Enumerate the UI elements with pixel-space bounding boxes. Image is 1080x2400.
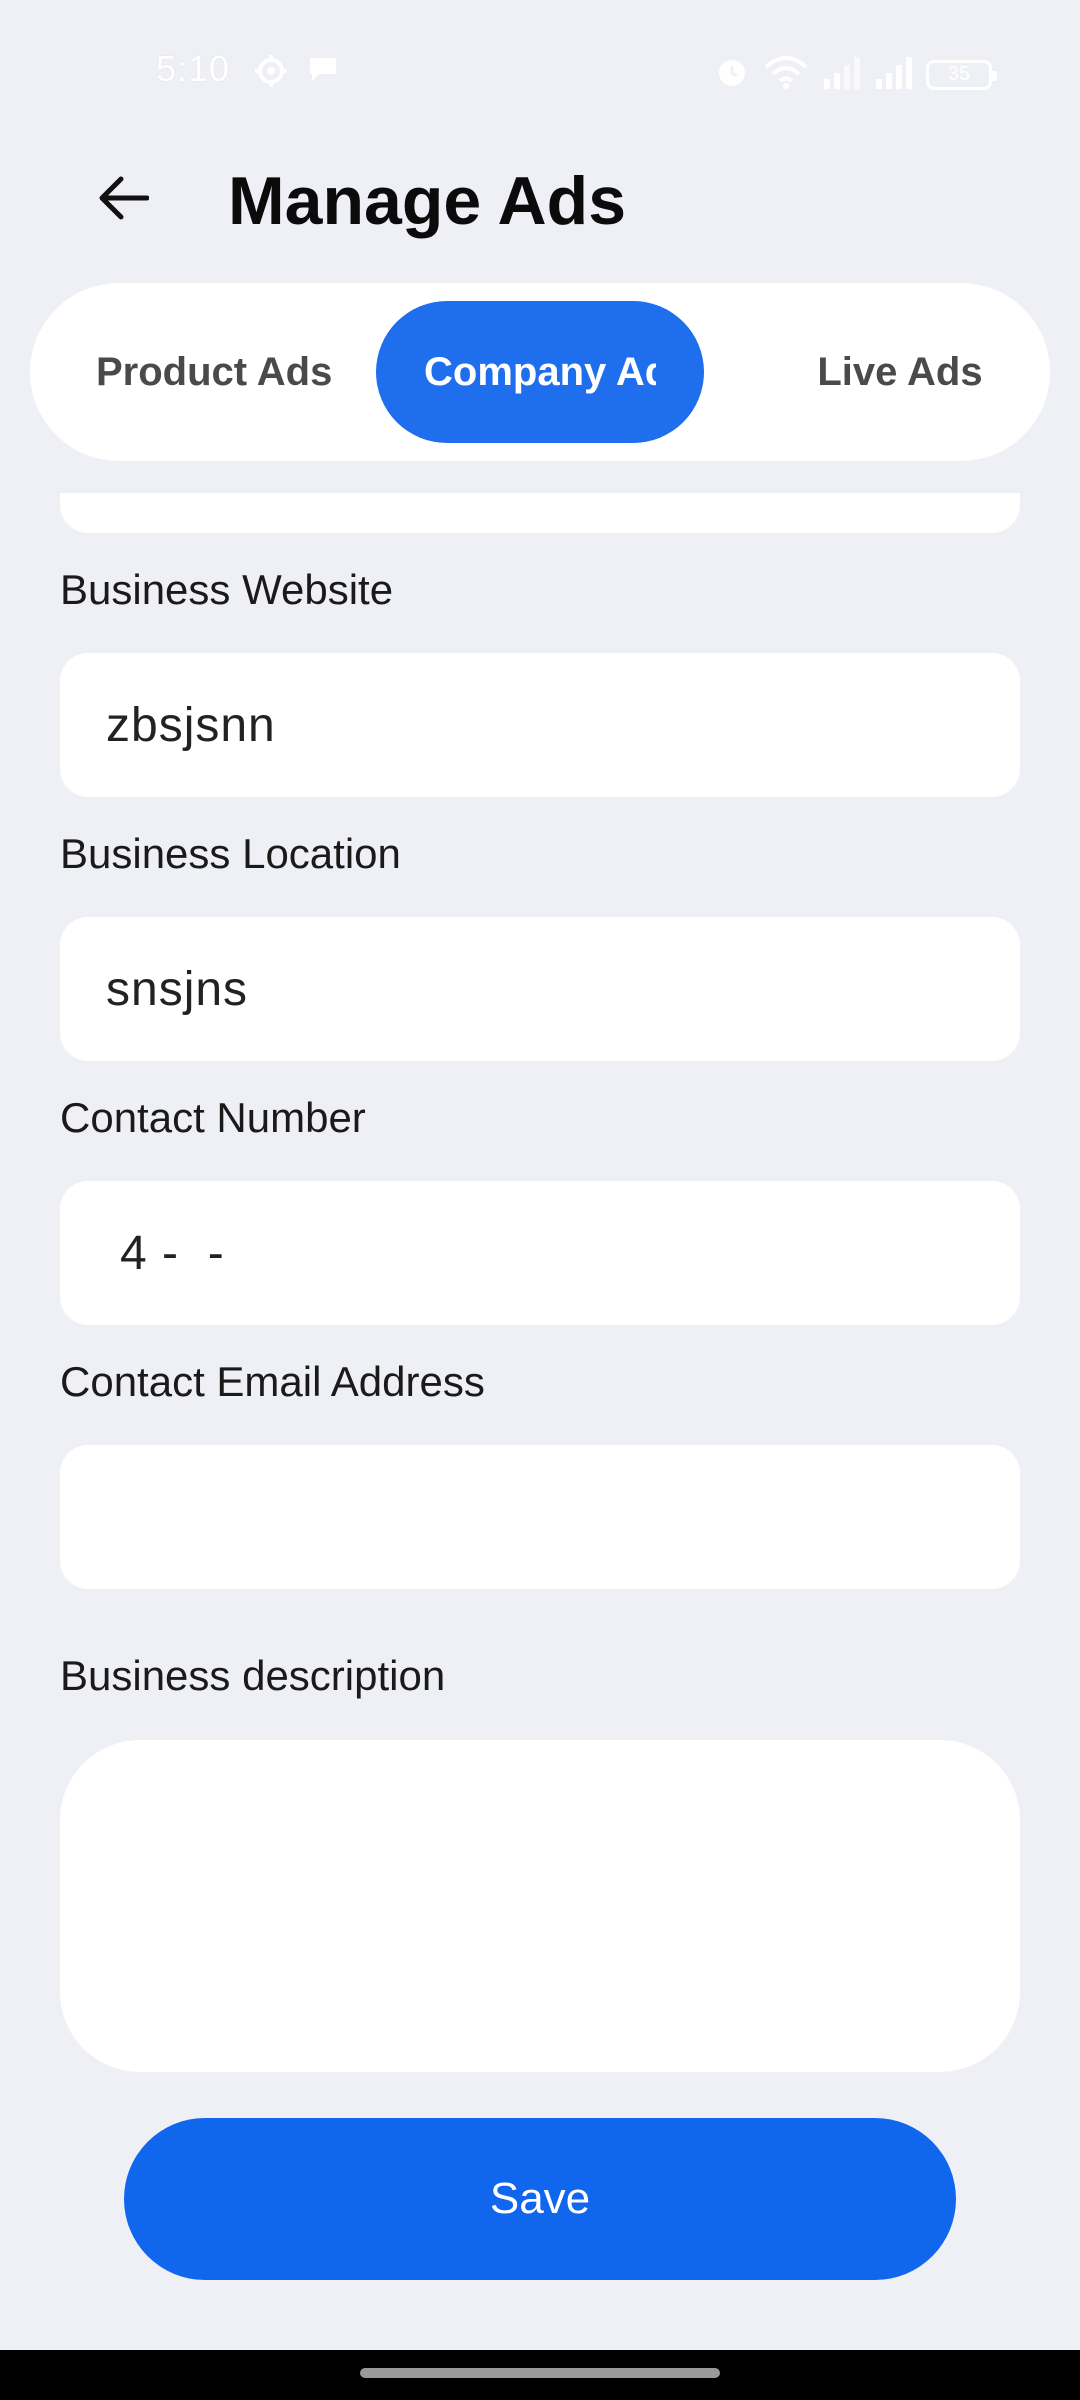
tab-live-ads[interactable]: Live Ads (750, 301, 1050, 443)
back-button[interactable] (88, 170, 158, 230)
business-website-value: zbsjsnn (106, 698, 276, 752)
business-description-textarea[interactable] (60, 1740, 1020, 2072)
tab-label: Product Ads (96, 349, 333, 394)
wifi-icon (764, 55, 808, 94)
contact-number-input[interactable]: 4 - - (60, 1181, 1020, 1325)
business-description-label: Business description (60, 1652, 446, 1699)
tab-label: Live Ads (817, 349, 983, 394)
previous-field-input[interactable] (60, 493, 1020, 533)
tab-company-ads[interactable]: Company Ads (376, 301, 704, 443)
chat-icon (306, 54, 340, 89)
contact-email-label: Contact Email Address (60, 1358, 485, 1405)
ad-type-tabs: Product Ads Company Ads Live Ads (30, 283, 1050, 461)
status-bar: 5:10 35 (0, 0, 1080, 140)
status-time: 5:10 (156, 48, 231, 89)
signal-icon (874, 55, 912, 94)
business-website-label: Business Website (60, 566, 394, 613)
arrow-left-icon (97, 175, 150, 226)
settings-icon (254, 54, 288, 93)
save-button[interactable]: Save (124, 2118, 956, 2280)
status-icons: 35 (714, 54, 997, 95)
battery-icon: 35 (926, 59, 997, 90)
tab-product-ads[interactable]: Product Ads (90, 301, 365, 443)
alarm-icon (714, 54, 750, 95)
contact-number-value: 4 - - (120, 1226, 225, 1280)
business-location-value: snsjns (106, 962, 249, 1016)
home-indicator[interactable] (360, 2368, 720, 2378)
business-location-input[interactable]: snsjns (60, 917, 1020, 1061)
contact-email-input[interactable] (60, 1445, 1020, 1589)
business-location-label: Business Location (60, 830, 401, 877)
business-website-input[interactable]: zbsjsnn (60, 653, 1020, 797)
contact-number-label: Contact Number (60, 1094, 366, 1141)
signal-icon (822, 55, 860, 94)
save-button-label: Save (489, 2174, 591, 2223)
header: Manage Ads (0, 150, 1080, 250)
page-title: Manage Ads (228, 163, 627, 239)
battery-level: 35 (947, 63, 971, 85)
tab-label: Company Ads (424, 349, 656, 394)
